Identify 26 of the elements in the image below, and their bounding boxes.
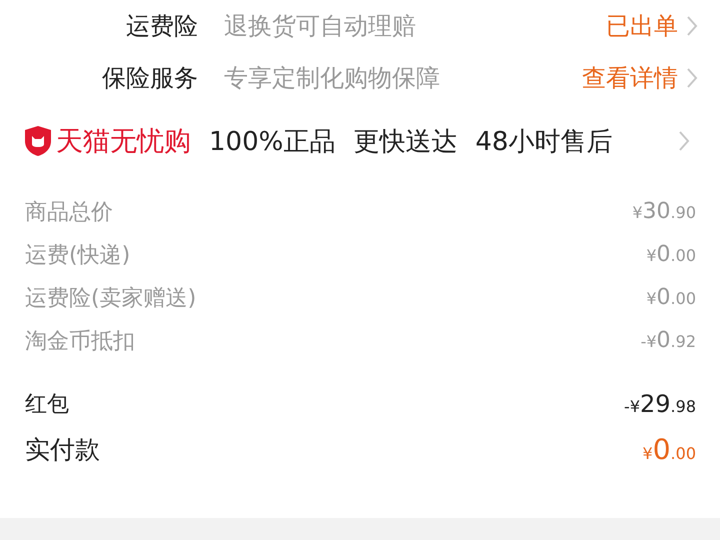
chevron-right-icon	[678, 130, 690, 152]
service-description: 退换货可自动理赔	[224, 11, 417, 42]
service-description: 专享定制化购物保障	[224, 63, 441, 94]
fee-label: 商品总价	[25, 198, 113, 226]
fee-amount: ¥0.00	[646, 285, 696, 310]
brand-name: 天猫无忧购	[56, 125, 191, 159]
fee-label: 运费险(卖家赠送)	[25, 284, 196, 312]
feature-text: 48小时售后	[475, 126, 612, 158]
fee-label: 运费(快递)	[25, 242, 130, 270]
feature-text: 100%正品	[209, 126, 336, 158]
fee-amount: ¥0.00	[646, 242, 696, 267]
fee-amount: -¥29.98	[624, 390, 696, 418]
fee-amount: ¥0.00	[642, 432, 696, 466]
chevron-right-icon	[686, 15, 698, 37]
service-link[interactable]: 已出单	[606, 10, 678, 42]
service-label: 保险服务	[101, 63, 198, 94]
fee-amount: ¥30.90	[632, 199, 696, 224]
chevron-right-icon	[686, 67, 698, 89]
fee-label: 淘金币抵扣	[25, 328, 135, 356]
fee-label: 红包	[25, 390, 69, 418]
shield-icon	[24, 125, 52, 157]
service-link[interactable]: 查看详情	[582, 62, 678, 94]
feature-text: 更快送达	[353, 126, 458, 158]
fee-label: 实付款	[25, 434, 100, 466]
service-label: 运费险	[125, 11, 198, 42]
fee-amount: -¥0.92	[640, 328, 696, 353]
